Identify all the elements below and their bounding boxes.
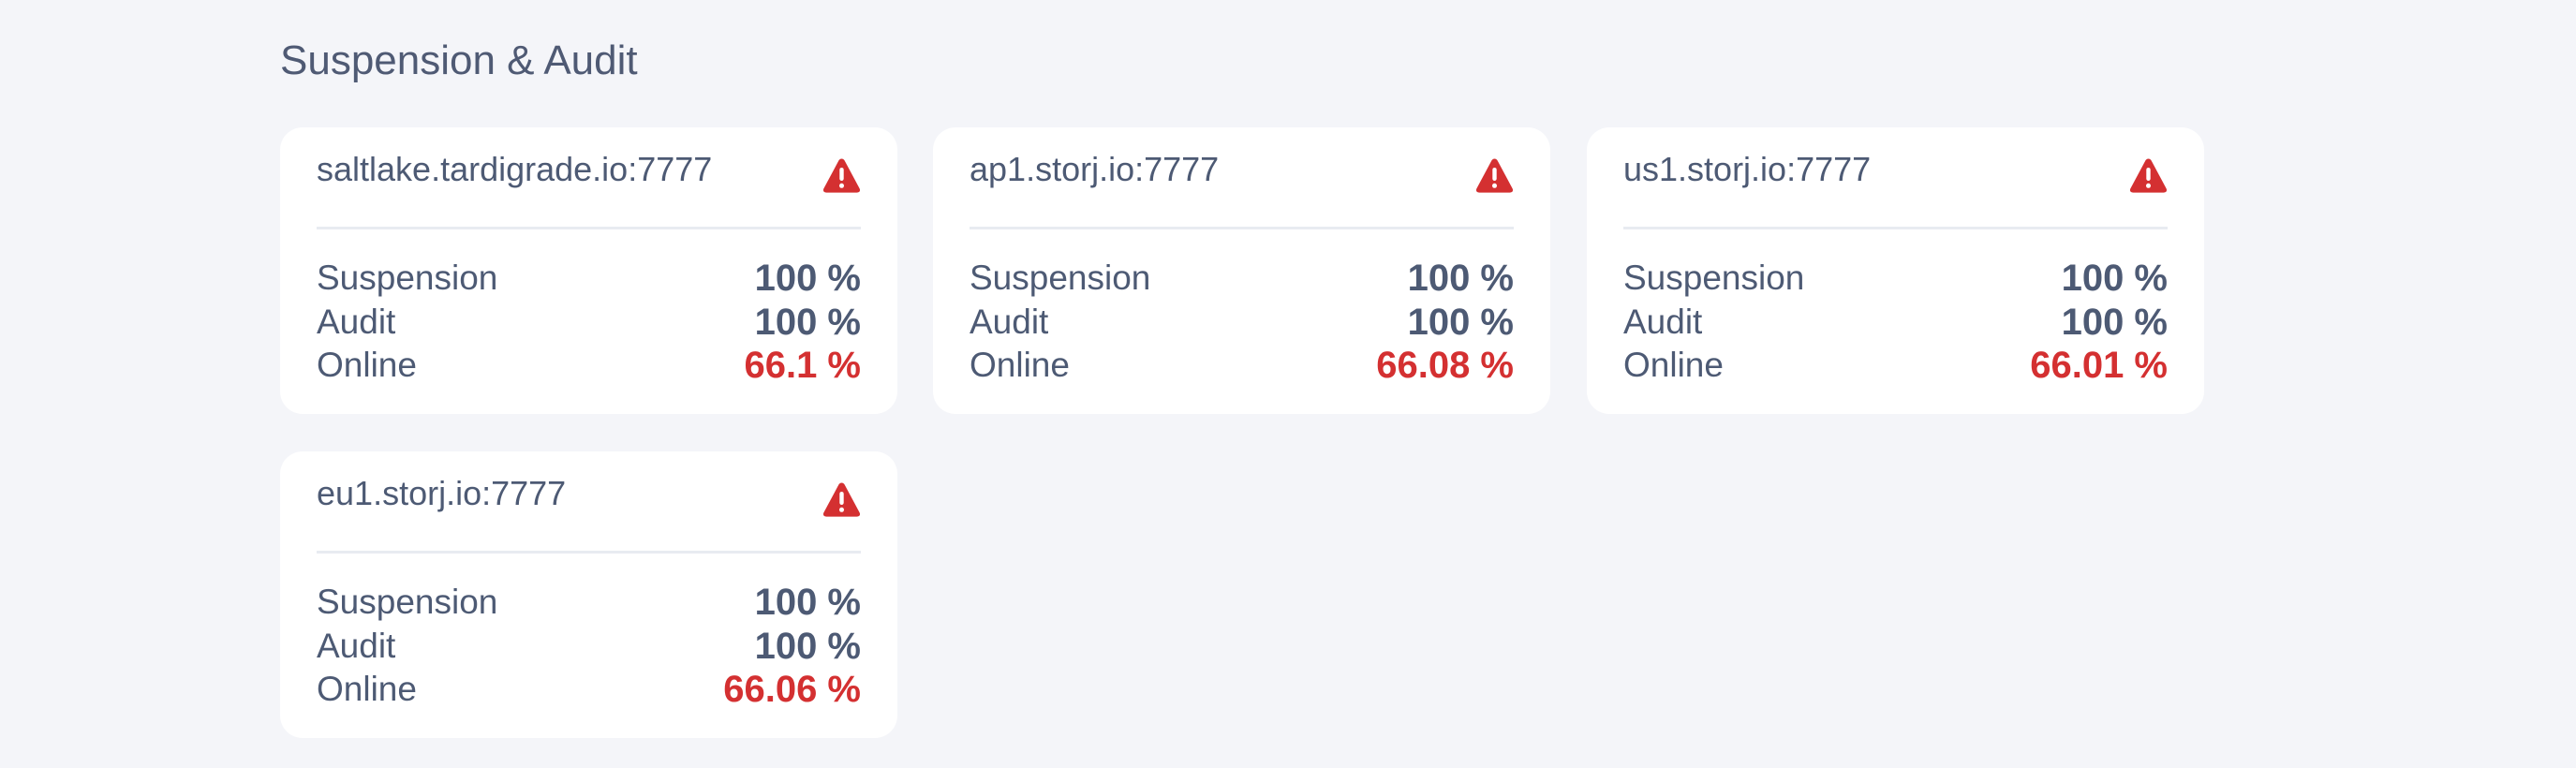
satellite-card: eu1.storj.io:7777 Suspension 100 % Audit… xyxy=(280,451,897,738)
section-title: Suspension & Audit xyxy=(280,37,638,83)
suspension-label: Suspension xyxy=(317,583,498,621)
online-row: Online 66.08 % xyxy=(970,344,1514,387)
audit-value: 100 % xyxy=(1407,302,1514,343)
suspension-row: Suspension 100 % xyxy=(1623,257,2168,300)
satellite-name: saltlake.tardigrade.io:7777 xyxy=(317,150,713,188)
card-header: eu1.storj.io:7777 xyxy=(317,451,861,552)
online-label: Online xyxy=(317,670,417,708)
audit-row: Audit 100 % xyxy=(317,301,861,344)
audit-row: Audit 100 % xyxy=(317,625,861,668)
online-row: Online 66.1 % xyxy=(317,344,861,387)
suspension-row: Suspension 100 % xyxy=(970,257,1514,300)
online-value: 66.01 % xyxy=(2030,345,2168,386)
satellite-name: us1.storj.io:7777 xyxy=(1623,150,1872,188)
online-row: Online 66.06 % xyxy=(317,668,861,711)
satellite-card: us1.storj.io:7777 Suspension 100 % Audit… xyxy=(1587,127,2204,414)
audit-value: 100 % xyxy=(754,302,861,343)
audit-label: Audit xyxy=(317,627,396,665)
warning-icon xyxy=(2129,158,2168,193)
online-label: Online xyxy=(970,346,1070,384)
online-label: Online xyxy=(317,346,417,384)
satellite-card: ap1.storj.io:7777 Suspension 100 % Audit… xyxy=(933,127,1550,414)
warning-icon xyxy=(822,158,861,193)
card-divider xyxy=(1623,227,2168,229)
card-header: ap1.storj.io:7777 xyxy=(970,127,1514,228)
suspension-row: Suspension 100 % xyxy=(317,581,861,624)
satellite-name: ap1.storj.io:7777 xyxy=(970,150,1220,188)
suspension-value: 100 % xyxy=(1407,258,1514,299)
card-divider xyxy=(317,551,861,554)
audit-label: Audit xyxy=(970,303,1049,341)
audit-row: Audit 100 % xyxy=(1623,301,2168,344)
online-value: 66.1 % xyxy=(744,345,861,386)
card-divider xyxy=(317,227,861,229)
warning-icon xyxy=(1475,158,1514,193)
audit-value: 100 % xyxy=(2061,302,2168,343)
warning-icon xyxy=(822,482,861,517)
card-divider xyxy=(970,227,1514,229)
online-row: Online 66.01 % xyxy=(1623,344,2168,387)
suspension-label: Suspension xyxy=(1623,258,1805,297)
suspension-label: Suspension xyxy=(970,258,1151,297)
suspension-value: 100 % xyxy=(754,258,861,299)
audit-label: Audit xyxy=(317,303,396,341)
satellite-card: saltlake.tardigrade.io:7777 Suspension 1… xyxy=(280,127,897,414)
suspension-row: Suspension 100 % xyxy=(317,257,861,300)
online-value: 66.08 % xyxy=(1376,345,1514,386)
card-header: saltlake.tardigrade.io:7777 xyxy=(317,127,861,228)
online-label: Online xyxy=(1623,346,1724,384)
card-header: us1.storj.io:7777 xyxy=(1623,127,2168,228)
suspension-value: 100 % xyxy=(2061,258,2168,299)
audit-value: 100 % xyxy=(754,626,861,667)
satellite-name: eu1.storj.io:7777 xyxy=(317,474,567,512)
suspension-label: Suspension xyxy=(317,258,498,297)
audit-row: Audit 100 % xyxy=(970,301,1514,344)
suspension-value: 100 % xyxy=(754,582,861,623)
audit-label: Audit xyxy=(1623,303,1703,341)
online-value: 66.06 % xyxy=(723,669,861,710)
